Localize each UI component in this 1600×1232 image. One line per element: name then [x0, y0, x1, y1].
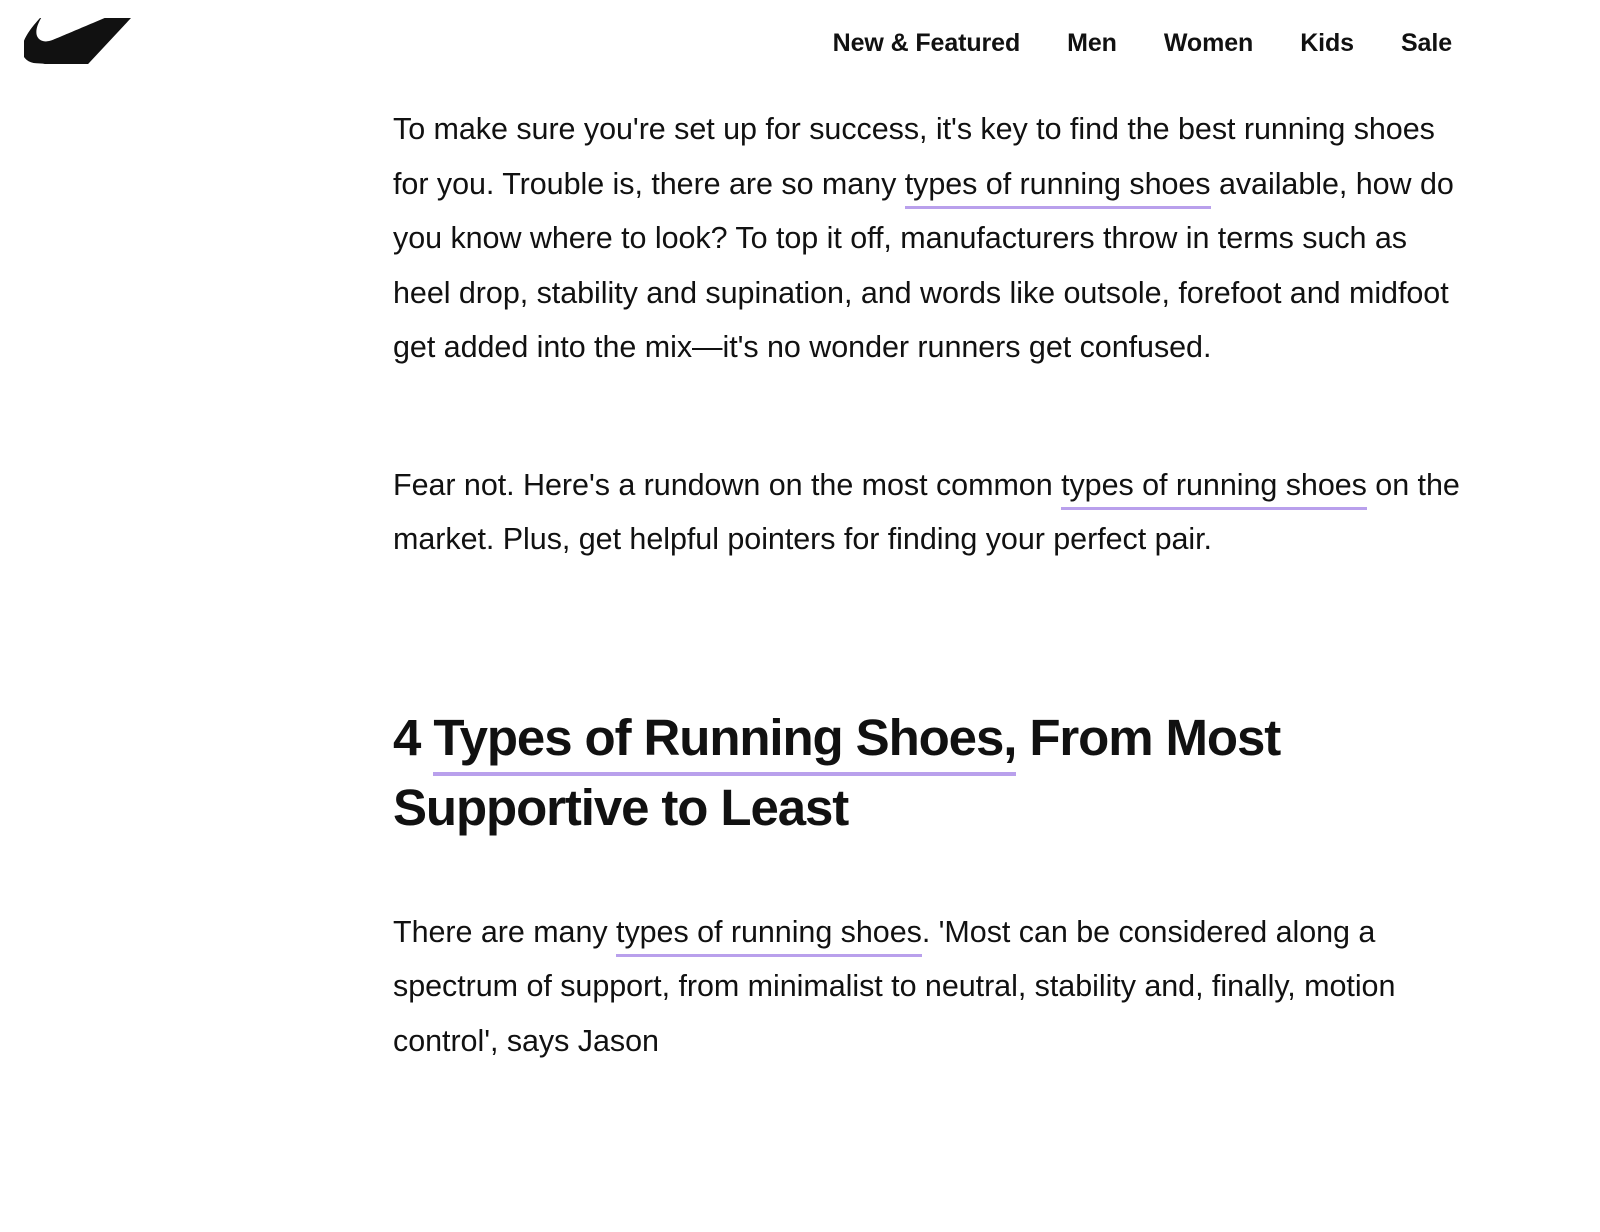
paragraph-rundown: Fear not. Here's a rundown on the most c… — [393, 458, 1461, 567]
link-types-of-running-shoes-3[interactable]: types of running shoes — [616, 914, 922, 957]
nav-link-kids[interactable]: Kids — [1300, 31, 1354, 56]
site-header: New & Featured Men Women Kids Sale — [0, 0, 1600, 100]
section-heading-4-types: 4 Types of Running Shoes, From Most Supp… — [393, 703, 1461, 843]
main-navigation: New & Featured Men Women Kids Sale — [833, 31, 1452, 56]
article-body: To make sure you're set up for success, … — [393, 102, 1461, 1068]
link-types-of-running-shoes-2[interactable]: types of running shoes — [1061, 467, 1367, 510]
link-types-of-running-shoes-1[interactable]: types of running shoes — [904, 166, 1211, 209]
heading-spacer-top — [393, 567, 1461, 703]
heading-spacer-bottom — [393, 843, 1461, 905]
paragraph-spectrum-text-1: There are many — [393, 914, 617, 949]
nav-link-sale[interactable]: Sale — [1401, 31, 1452, 56]
nav-link-new-and-featured[interactable]: New & Featured — [833, 31, 1021, 56]
swoosh-icon — [24, 18, 131, 64]
paragraph-spectrum: There are many types of running shoes. '… — [393, 905, 1461, 1069]
paragraph-intro: To make sure you're set up for success, … — [393, 102, 1461, 375]
section-heading-prefix: 4 — [393, 708, 434, 766]
link-types-of-running-shoes-heading[interactable]: Types of Running Shoes, — [433, 708, 1017, 776]
nike-swoosh-logo[interactable] — [24, 18, 146, 64]
paragraph-rundown-text-1: Fear not. Here's a rundown on the most c… — [393, 467, 1062, 502]
nav-link-women[interactable]: Women — [1164, 31, 1253, 56]
nav-link-men[interactable]: Men — [1067, 31, 1117, 56]
